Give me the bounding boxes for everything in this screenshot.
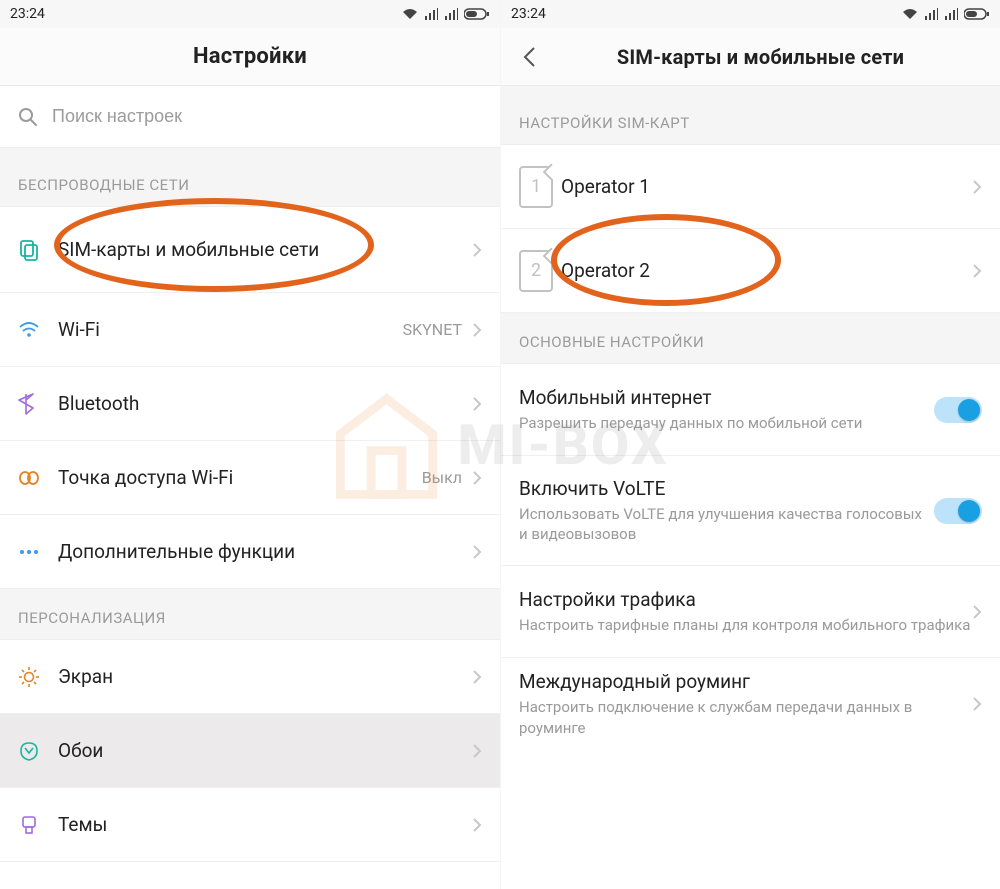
wifi-status-icon [902, 8, 918, 20]
back-button[interactable] [509, 28, 549, 85]
hotspot-icon [18, 470, 58, 486]
chevron-right-icon [472, 396, 482, 412]
row-label: SIM-карты и мобильные сети [58, 238, 472, 262]
sim2-icon: 2 [519, 250, 553, 292]
chevron-right-icon [472, 817, 482, 833]
battery-status-icon [464, 8, 490, 20]
row-bluetooth[interactable]: Bluetooth [0, 367, 500, 441]
row-volte[interactable]: Включить VoLTE Использовать VoLTE для ул… [501, 456, 1000, 566]
section-personal: ПЕРСОНАЛИЗАЦИЯ [0, 589, 500, 640]
row-sim2[interactable]: 2 Operator 2 [501, 229, 1000, 313]
row-roaming[interactable]: Международный роуминг Настроить подключе… [501, 658, 1000, 750]
chevron-right-icon [972, 263, 982, 279]
section-sim: НАСТРОЙКИ SIM-КАРТ [501, 86, 1000, 145]
toggle-mobile-data[interactable] [934, 397, 982, 423]
section-basic: ОСНОВНЫЕ НАСТРОЙКИ [501, 313, 1000, 364]
row-label: Обои [58, 739, 472, 763]
row-label: Wi-Fi [58, 318, 403, 342]
statusbar-time: 23:24 [511, 6, 546, 22]
chevron-right-icon [472, 743, 482, 759]
row-label: Operator 2 [561, 259, 972, 283]
statusbar-time: 23:24 [10, 6, 45, 22]
header: SIM-карты и мобильные сети [501, 28, 1000, 86]
bluetooth-icon [18, 393, 58, 415]
row-themes[interactable]: Темы [0, 788, 500, 862]
signal2-status-icon [944, 8, 958, 20]
chevron-right-icon [472, 544, 482, 560]
search-input[interactable] [52, 106, 482, 127]
brightness-icon [18, 666, 58, 688]
row-sub: Использовать VoLTE для улучшения качеств… [519, 504, 934, 545]
wallpaper-icon [18, 740, 58, 762]
row-label: Темы [58, 813, 472, 837]
row-label: Operator 1 [561, 175, 972, 199]
page-title: Настройки [193, 44, 307, 69]
sim1-icon: 1 [519, 166, 553, 208]
signal-status-icon [924, 8, 938, 20]
phone-right: 23:24 SIM-карты и мобильные сети НАСТРОЙ… [500, 0, 1000, 889]
page-title: SIM-карты и мобильные сети [597, 45, 904, 69]
chevron-right-icon [472, 470, 482, 486]
row-label: Точка доступа Wi-Fi [58, 466, 422, 490]
row-traffic[interactable]: Настройки трафика Настроить тарифные пла… [501, 566, 1000, 658]
battery-status-icon [964, 8, 990, 20]
row-display[interactable]: Экран [0, 640, 500, 714]
row-title: Включить VoLTE [519, 477, 934, 500]
row-label: Дополнительные функции [58, 540, 472, 564]
phone-left: 23:24 Настройки БЕСПРОВОДНЫЕ СЕТИ [0, 0, 500, 889]
chevron-right-icon [972, 179, 982, 195]
themes-icon [18, 814, 58, 836]
row-sim1[interactable]: 1 Operator 1 [501, 145, 1000, 229]
sim-icon [18, 239, 58, 261]
chevron-right-icon [972, 696, 982, 712]
row-title: Настройки трафика [519, 588, 972, 611]
row-hotspot[interactable]: Точка доступа Wi-Fi Выкл [0, 441, 500, 515]
row-title: Международный роуминг [519, 670, 972, 693]
chevron-right-icon [472, 322, 482, 338]
toggle-volte[interactable] [934, 498, 982, 524]
statusbar: 23:24 [0, 0, 500, 28]
section-wireless: БЕСПРОВОДНЫЕ СЕТИ [0, 148, 500, 207]
wifi-status-icon [402, 8, 418, 20]
row-mobile-data[interactable]: Мобильный интернет Разрешить передачу да… [501, 364, 1000, 456]
search-icon [18, 107, 38, 127]
row-sub: Разрешить передачу данных по мобильной с… [519, 413, 934, 433]
signal2-status-icon [444, 8, 458, 20]
more-icon [18, 548, 58, 556]
chevron-right-icon [472, 242, 482, 258]
row-label: Экран [58, 665, 472, 689]
header: Настройки [0, 28, 500, 86]
row-wifi[interactable]: Wi-Fi SKYNET [0, 293, 500, 367]
row-more[interactable]: Дополнительные функции [0, 515, 500, 589]
statusbar: 23:24 [501, 0, 1000, 28]
wifi-icon [18, 321, 58, 339]
row-sub: Настроить подключение к службам передачи… [519, 697, 972, 738]
search-box[interactable] [0, 86, 500, 148]
row-wallpaper[interactable]: Обои [0, 714, 500, 788]
row-label: Bluetooth [58, 392, 472, 416]
row-title: Мобильный интернет [519, 386, 934, 409]
row-value: SKYNET [403, 320, 472, 339]
signal-status-icon [424, 8, 438, 20]
chevron-right-icon [972, 604, 982, 620]
chevron-right-icon [472, 669, 482, 685]
row-sub: Настроить тарифные планы для контроля мо… [519, 615, 972, 635]
row-value: Выкл [422, 468, 472, 487]
row-sim-networks[interactable]: SIM-карты и мобильные сети [0, 207, 500, 293]
